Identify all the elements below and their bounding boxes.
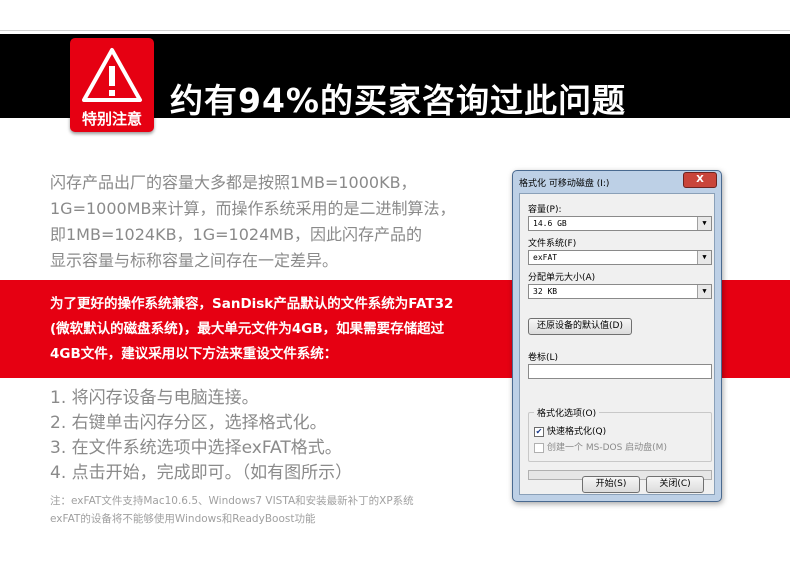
format-dialog: 格式化 可移动磁盘 (I:) X 容量(P): 14.6 GB ▼ 文件系统(F…: [512, 170, 722, 502]
capacity-value: 14.6 GB: [533, 219, 567, 228]
format-options-title: 格式化选项(O): [534, 406, 600, 419]
volume-label: 卷标(L): [528, 353, 559, 363]
intro-line: 闪存产品出厂的容量大多都是按照1MB=1000KB，: [50, 173, 417, 192]
banner-title: 约有94%的买家咨询过此问题: [170, 81, 626, 120]
step-item: 2. 右键单击闪存分区，选择格式化。: [50, 413, 327, 433]
quick-format-option[interactable]: ✔ 快速格式化(Q): [534, 424, 606, 437]
allocation-value: 32 KB: [533, 287, 558, 296]
warning-triangle-icon: [82, 48, 142, 102]
intro-line: 显示容量与标称容量之间存在一定差异。: [50, 251, 339, 270]
msdos-boot-option: 创建一个 MS-DOS 启动盘(M): [534, 440, 667, 453]
checkbox-checked-icon[interactable]: ✔: [534, 426, 544, 437]
step-item: 1. 将闪存设备与电脑连接。: [50, 388, 259, 408]
footnote-line: exFAT的设备将不能够使用Windows和ReadyBoost功能: [50, 513, 316, 525]
filesystem-value: exFAT: [533, 253, 558, 262]
dialog-close-button[interactable]: X: [683, 172, 717, 188]
intro-paragraph: 闪存产品出厂的容量大多都是按照1MB=1000KB， 1G=1000MB来计算，…: [50, 170, 500, 274]
highlight-line: 4GB文件，建议采用以下方法来重设文件系统：: [50, 346, 338, 362]
warning-badge-label: 特别注意: [81, 110, 142, 128]
dialog-body: 容量(P): 14.6 GB ▼ 文件系统(F) exFAT ▼ 分配单元大小(…: [519, 193, 715, 495]
dialog-title: 格式化 可移动磁盘 (I:): [519, 179, 610, 189]
msdos-boot-label: 创建一个 MS-DOS 启动盘(M): [547, 443, 667, 453]
product-notice-page: 约有94%的买家咨询过此问题 读读小提示，购物更轻松！ 特别注意 闪存产品出厂的…: [0, 0, 790, 568]
start-button[interactable]: 开始(S): [582, 476, 640, 493]
allocation-label: 分配单元大小(A): [528, 273, 596, 283]
footnote: 注：exFAT文件支持Mac10.6.5、Windows7 VISTA和安装最新…: [50, 492, 500, 528]
format-options-group: [528, 412, 712, 462]
highlight-line: 为了更好的操作系统兼容，SanDisk产品默认的文件系统为FAT32: [50, 296, 454, 312]
highlight-text: 为了更好的操作系统兼容，SanDisk产品默认的文件系统为FAT32 (微软默认…: [50, 292, 500, 367]
steps-list: 1. 将闪存设备与电脑连接。 2. 右键单击闪存分区，选择格式化。 3. 在文件…: [50, 386, 490, 486]
filesystem-select[interactable]: exFAT ▼: [528, 250, 712, 265]
step-item: 3. 在文件系统选项中选择exFAT格式。: [50, 438, 342, 458]
quick-format-label: 快速格式化(Q): [547, 427, 607, 437]
allocation-select[interactable]: 32 KB ▼: [528, 284, 712, 299]
volume-label-input[interactable]: [528, 364, 712, 379]
intro-line: 1G=1000MB来计算，而操作系统采用的是二进制算法，: [50, 199, 456, 218]
footnote-line: 注：exFAT文件支持Mac10.6.5、Windows7 VISTA和安装最新…: [50, 495, 414, 507]
capacity-select[interactable]: 14.6 GB ▼: [528, 216, 712, 231]
close-button[interactable]: 关闭(C): [646, 476, 704, 493]
highlight-line: (微软默认的磁盘系统)，最大单元文件为4GB，如果需要存储超过: [50, 321, 445, 337]
filesystem-label: 文件系统(F): [528, 239, 577, 249]
restore-defaults-button[interactable]: 还原设备的默认值(D): [528, 318, 632, 335]
banner-subtitle: 读读小提示，购物更轻松！: [172, 120, 424, 144]
chevron-down-icon: ▼: [697, 285, 711, 298]
capacity-label: 容量(P):: [528, 205, 562, 215]
top-divider: [0, 30, 790, 31]
checkbox-icon: [534, 442, 544, 453]
chevron-down-icon: ▼: [697, 217, 711, 230]
intro-line: 即1MB=1024KB，1G=1024MB，因此闪存产品的: [50, 225, 423, 244]
chevron-down-icon: ▼: [697, 251, 711, 264]
step-item: 4. 点击开始，完成即可。（如有图所示）: [50, 463, 353, 483]
warning-badge: 特别注意: [70, 38, 154, 132]
